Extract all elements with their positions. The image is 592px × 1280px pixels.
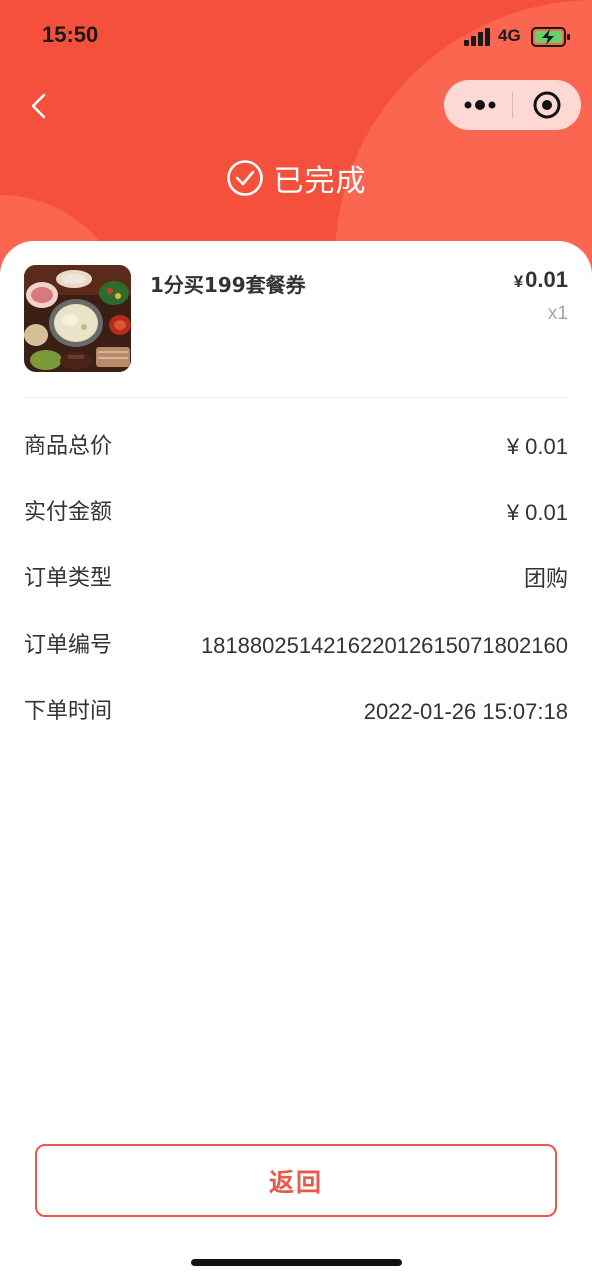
home-indicator <box>191 1259 402 1266</box>
check-circle-icon <box>226 160 263 196</box>
chevron-left-icon <box>31 93 46 119</box>
detail-value: ¥ 0.01 <box>506 500 568 525</box>
detail-row-paid-amount: 实付金额 ¥ 0.01 <box>24 493 568 533</box>
return-button-label: 返回 <box>268 1167 323 1197</box>
detail-label: 商品总价 <box>24 434 113 459</box>
product-price: ¥0.01 <box>514 267 568 293</box>
detail-label: 下单时间 <box>24 699 113 724</box>
divider <box>24 397 568 398</box>
detail-row-order-time: 下单时间 2022-01-26 15:07:18 <box>24 692 568 732</box>
detail-value: 2022-01-26 15:07:18 <box>363 699 568 724</box>
network-type: 4G <box>498 26 521 45</box>
return-button[interactable]: 返回 <box>35 1144 557 1217</box>
status-time: 15:50 <box>42 22 99 47</box>
battery-charging-icon <box>531 26 571 48</box>
detail-value: 18188025142162201261507180216​0 <box>200 633 568 658</box>
detail-row-order-type: 订单类型 团购 <box>24 559 568 599</box>
back-button[interactable] <box>20 83 60 127</box>
detail-label: 订单类型 <box>24 566 113 591</box>
status-bar: 15:50 4G <box>0 0 592 72</box>
detail-row-total-price: 商品总价 ¥ 0.01 <box>24 427 568 467</box>
order-status: 已完成 <box>0 155 592 201</box>
order-detail-card: 1分买199套餐券 ¥0.01 x1 商品总价 ¥ 0.01 实付金额 ¥ 0.… <box>0 241 592 1280</box>
mini-program-capsule <box>444 80 581 130</box>
order-status-label: 已完成 <box>273 164 367 199</box>
product-image[interactable] <box>24 265 131 372</box>
close-mini-program-button[interactable] <box>513 80 581 130</box>
detail-label: 订单编号 <box>24 633 113 658</box>
target-close-icon <box>533 91 561 119</box>
currency-symbol: ¥ <box>513 272 524 291</box>
detail-value: ¥ 0.01 <box>506 434 568 459</box>
more-button[interactable] <box>444 80 512 130</box>
detail-value: 团购 <box>523 566 568 591</box>
nav-bar <box>0 78 592 132</box>
hotpot-meal-image <box>24 265 131 372</box>
detail-label: 实付金额 <box>24 500 113 525</box>
product-quantity: x1 <box>547 303 568 324</box>
product-price-value: 0.01 <box>525 267 568 292</box>
more-dots-icon <box>464 100 496 110</box>
product-name: 1分买199套餐券 <box>150 273 306 297</box>
signal-icon <box>464 28 492 46</box>
detail-row-order-number: 订单编号 18188025142162201261507180216​0 <box>24 626 568 666</box>
